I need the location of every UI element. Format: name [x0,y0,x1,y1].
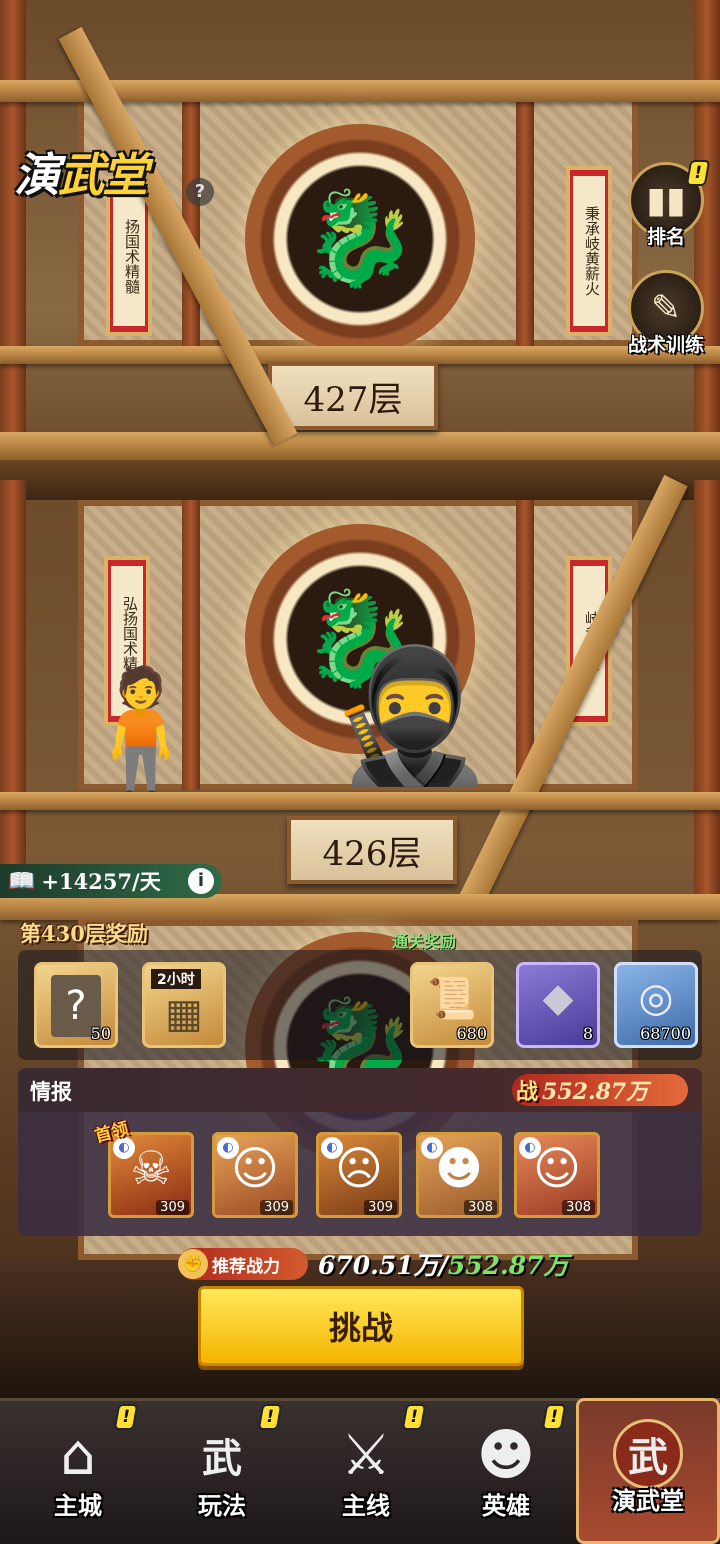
floor-label: 427层 [303,379,403,420]
alert-icon: ! [541,1404,567,1430]
floor-label: 426层 [322,833,422,874]
enemy-hero[interactable]: ☺ ◐ 309 [212,1132,298,1218]
floor-band [0,460,720,500]
dragon-medallion: 🐉 [245,124,475,354]
pillar [694,480,720,910]
opponent-character: 🥷 [330,639,492,791]
item-qty: 680 [456,1024,487,1043]
alert-icon: ! [401,1404,427,1430]
mask-icon: ☻ [476,1422,536,1488]
fist-icon: ✊ [178,1249,208,1279]
class-icon: ◐ [217,1137,239,1159]
enemy-hero[interactable]: ☺ ◐ 308 [514,1132,600,1218]
nav-tab-heroes[interactable]: ☻ 英雄 ! [434,1398,578,1544]
item-qty: 8 [582,1024,593,1043]
recommended-power-badge: ✊ 推荐战力 [178,1248,308,1280]
title-part1: 演 [14,148,60,202]
recommended-value: 670.51万 [318,1251,439,1280]
reward-item-silver-coin[interactable]: ◎ 68700 [614,962,698,1048]
nav-tab-martial-hall[interactable]: 武 演武堂 [576,1398,720,1544]
chest-icon: ▦ [165,991,203,1037]
enemy-hero[interactable]: ☹ ◐ 309 [316,1132,402,1218]
nav-label: 英雄 [482,1491,530,1520]
floor-sign-427: 427层 [268,362,438,430]
ranking-button[interactable]: ▮▮ 排名 ! [626,160,711,249]
power-comparison: 670.51万/552.87万 [318,1246,569,1282]
coin-icon: ◎ [638,975,674,1021]
title-part2: 武堂 [58,148,148,202]
enemy-hero[interactable]: ☠ ◐ 309 [108,1132,194,1218]
floor-reward-title: 第430层奖励 [20,921,148,946]
nav-label: 玩法 [198,1491,246,1520]
power-icon: 战 [516,1080,539,1105]
dragon-icon: 🐉 [302,185,418,292]
player-character: 🧍 [66,662,216,801]
item-qty: 50 [90,1024,111,1043]
separator: / [438,1251,448,1280]
class-icon: ◐ [321,1137,343,1159]
recommended-label: 推荐战力 [212,1256,280,1277]
help-icon[interactable]: ? [186,178,214,206]
nav-tab-gameplay[interactable]: 武 玩法 ! [150,1398,294,1544]
reward-item-scroll[interactable]: 📜 680 [410,962,494,1048]
railing [0,432,720,460]
tactics-training-button[interactable]: ✎ 战术训练 [626,270,706,357]
intel-title: 情报 [30,1080,72,1104]
pillar [0,480,26,910]
crystal-icon: ◆ [542,975,574,1021]
reward-item-idle-chest[interactable]: 2小时 ▦ [142,962,226,1048]
nav-tab-main-city[interactable]: ⌂ 主城 ! [6,1398,150,1544]
reward-item-mystery-card[interactable]: ? 50 [34,962,118,1048]
pillar [0,0,26,470]
current-power-value: 552.87万 [447,1251,569,1280]
income-value: +14257/天 [41,869,161,894]
hero-level: 308 [562,1200,595,1215]
class-icon: ◐ [519,1137,541,1159]
nav-label: 主城 [54,1491,102,1520]
book-icon: 📖 [8,868,36,894]
swords-icon: ⚔ [340,1422,392,1488]
enemy-power: 战 552.87万 [512,1074,688,1106]
alert-icon: ! [257,1404,283,1430]
hero-level: 309 [364,1200,397,1215]
clear-reward-title: 通关奖励 [392,932,457,951]
house-icon: ⌂ [60,1422,96,1488]
enemy-hero[interactable]: ☻ ◐ 308 [416,1132,502,1218]
hero-level: 309 [260,1200,293,1215]
pillar [516,96,534,346]
nav-tab-main-quest[interactable]: ⚔ 主线 ! [294,1398,438,1544]
scroll-text: 秉承岐黄薪火 [573,176,605,326]
hero-level: 309 [156,1200,189,1215]
nav-label: 演武堂 [612,1486,684,1515]
game-title: 演武堂 [14,136,148,208]
reward-item-crystal[interactable]: ◆ 8 [516,962,600,1048]
nav-label: 主线 [342,1491,390,1520]
power-value: 552.87万 [542,1079,649,1105]
scroll-icon: 武 [202,1436,242,1482]
martial-hall-icon: 武 [613,1419,683,1489]
item-qty: 68700 [640,1024,691,1043]
challenge-button[interactable]: 挑战 [198,1286,524,1366]
info-icon[interactable]: i [188,868,214,894]
scroll-right: 秉承岐黄薪火 [566,166,612,336]
alert-icon: ! [113,1404,139,1430]
item-duration-tag: 2小时 [151,969,201,989]
class-icon: ◐ [421,1137,443,1159]
railing [0,792,720,810]
scroll-icon: 📜 [427,976,477,1022]
tactics-label: 战术训练 [627,334,704,356]
ranking-label: 排名 [646,226,685,248]
daily-income: 📖 +14257/天 i [0,864,222,898]
floor-sign-426: 426层 [287,816,457,884]
hero-level: 308 [464,1200,497,1215]
